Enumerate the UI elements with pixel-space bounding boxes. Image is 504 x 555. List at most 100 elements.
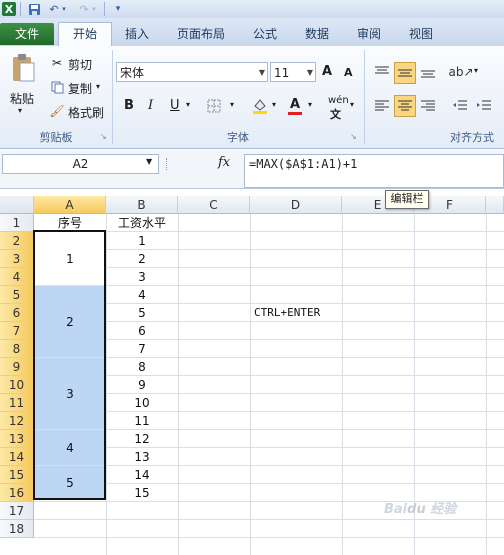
orientation-icon[interactable]: ab↗ xyxy=(448,62,473,82)
align-right-icon[interactable] xyxy=(418,96,438,116)
fill-color-icon[interactable] xyxy=(250,96,270,116)
formula-input[interactable]: =MAX($A$1:A1)+1 xyxy=(244,154,504,188)
bold-button[interactable]: B xyxy=(124,98,134,113)
cell-b14[interactable]: 13 xyxy=(107,448,177,466)
insert-function-button[interactable]: fx xyxy=(218,155,230,170)
tab-view[interactable]: 视图 xyxy=(402,23,440,45)
phonetic-button[interactable]: wén xyxy=(328,96,349,106)
cell-b12[interactable]: 11 xyxy=(107,412,177,430)
scissors-icon[interactable]: ✂ xyxy=(50,56,64,70)
row-header-12[interactable]: 12 xyxy=(0,412,34,430)
cell-b8[interactable]: 7 xyxy=(107,340,177,358)
grow-font-button[interactable]: A xyxy=(322,64,332,79)
copy-icon[interactable] xyxy=(50,80,64,94)
paste-icon[interactable] xyxy=(8,52,38,84)
clipboard-launcher-icon[interactable]: ↘ xyxy=(100,132,107,141)
row-header-15[interactable]: 15 xyxy=(0,466,34,484)
underline-dropdown-icon[interactable]: ▾ xyxy=(186,100,190,109)
copy-dropdown-icon[interactable]: ▾ xyxy=(96,82,100,91)
cut-button[interactable]: 剪切 xyxy=(68,56,92,73)
font-name-select[interactable]: 宋体 ▼ xyxy=(116,62,268,82)
paste-button[interactable]: 粘贴 xyxy=(10,90,34,107)
font-launcher-icon[interactable]: ↘ xyxy=(350,132,357,141)
font-size-select[interactable]: 11 ▼ xyxy=(270,62,316,82)
cell-b7[interactable]: 6 xyxy=(107,322,177,340)
increase-indent-icon[interactable] xyxy=(474,96,494,116)
tab-review[interactable]: 审阅 xyxy=(350,23,388,45)
font-color-dropdown-icon[interactable]: ▾ xyxy=(308,100,312,109)
paste-dropdown-icon[interactable]: ▾ xyxy=(18,106,22,115)
align-left-icon[interactable] xyxy=(372,96,392,116)
name-box[interactable]: A2 xyxy=(2,154,159,174)
cell-b13[interactable]: 12 xyxy=(107,430,177,448)
row-header-14[interactable]: 14 xyxy=(0,448,34,466)
row-header-4[interactable]: 4 xyxy=(0,268,34,286)
cell-d6[interactable]: CTRL+ENTER xyxy=(254,304,320,322)
row-header-9[interactable]: 9 xyxy=(0,358,34,376)
save-icon[interactable] xyxy=(26,1,42,17)
cell-b11[interactable]: 10 xyxy=(107,394,177,412)
customize-toolbar-icon[interactable]: ▾ xyxy=(110,1,126,17)
cell-b15[interactable]: 14 xyxy=(107,466,177,484)
tab-insert[interactable]: 插入 xyxy=(118,23,156,45)
cell-b1[interactable]: 工资水平 xyxy=(107,214,177,232)
tab-formulas[interactable]: 公式 xyxy=(246,23,284,45)
tab-page-layout[interactable]: 页面布局 xyxy=(170,23,232,45)
row-header-13[interactable]: 13 xyxy=(0,430,34,448)
row-header-16[interactable]: 16 xyxy=(0,484,34,502)
shrink-font-button[interactable]: A xyxy=(344,66,353,79)
align-top-icon[interactable] xyxy=(372,62,392,82)
copy-button[interactable]: 复制 xyxy=(68,80,92,97)
cell-b16[interactable]: 15 xyxy=(107,484,177,502)
redo-dropdown-icon[interactable]: ▾ xyxy=(90,1,98,17)
col-header-c[interactable]: C xyxy=(178,196,250,214)
cell-b6[interactable]: 5 xyxy=(107,304,177,322)
cell-b5[interactable]: 4 xyxy=(107,286,177,304)
orientation-dropdown-icon[interactable]: ▾ xyxy=(474,66,478,75)
select-all-corner[interactable] xyxy=(0,196,34,214)
row-header-17[interactable]: 17 xyxy=(0,502,34,520)
format-painter-button[interactable]: 格式刷 xyxy=(68,104,104,121)
row-header-10[interactable]: 10 xyxy=(0,376,34,394)
align-middle-icon[interactable] xyxy=(394,62,416,84)
tab-file[interactable]: 文件 xyxy=(0,23,54,45)
italic-button[interactable]: I xyxy=(148,98,153,113)
format-painter-icon[interactable]: 🖌 xyxy=(49,104,64,118)
name-box-dropdown-icon[interactable]: ▼ xyxy=(146,157,152,166)
cell-b9[interactable]: 8 xyxy=(107,358,177,376)
worksheet-grid[interactable]: A B C D E F 1 2 3 4 5 6 7 8 9 10 11 12 13 14 15 16 17 18 … xyxy=(0,196,504,555)
undo-dropdown-icon[interactable]: ▾ xyxy=(60,1,68,17)
row-header-2[interactable]: 2 xyxy=(0,232,34,250)
decrease-indent-icon[interactable] xyxy=(450,96,470,116)
row-header-1[interactable]: 1 xyxy=(0,214,34,232)
gridline xyxy=(486,214,487,555)
align-bottom-icon[interactable] xyxy=(418,62,438,82)
tab-data[interactable]: 数据 xyxy=(298,23,336,45)
borders-dropdown-icon[interactable]: ▾ xyxy=(230,100,234,109)
cell-b10[interactable]: 9 xyxy=(107,376,177,394)
formula-bar-splitter[interactable] xyxy=(166,158,170,170)
cell-b3[interactable]: 2 xyxy=(107,250,177,268)
col-header-a[interactable]: A xyxy=(34,196,106,214)
row-header-7[interactable]: 7 xyxy=(0,322,34,340)
row-header-5[interactable]: 5 xyxy=(0,286,34,304)
cell-b4[interactable]: 3 xyxy=(107,268,177,286)
col-header-b[interactable]: B xyxy=(106,196,178,214)
col-header-d[interactable]: D xyxy=(250,196,342,214)
fill-color-dropdown-icon[interactable]: ▾ xyxy=(272,100,276,109)
row-header-6[interactable]: 6 xyxy=(0,304,34,322)
align-center-icon[interactable] xyxy=(394,95,416,117)
row-header-18[interactable]: 18 xyxy=(0,520,34,538)
underline-button[interactable]: U xyxy=(170,98,180,113)
cell-b2[interactable]: 1 xyxy=(107,232,177,250)
phonetic-dropdown-icon[interactable]: ▾ xyxy=(350,100,354,109)
font-color-icon[interactable]: A xyxy=(286,96,304,116)
row-header-8[interactable]: 8 xyxy=(0,340,34,358)
row-header-11[interactable]: 11 xyxy=(0,394,34,412)
col-header-g[interactable] xyxy=(486,196,504,214)
tab-home[interactable]: 开始 xyxy=(58,22,112,48)
row-header-3[interactable]: 3 xyxy=(0,250,34,268)
gridline xyxy=(34,519,504,520)
borders-icon[interactable] xyxy=(206,98,222,114)
excel-logo-icon[interactable]: X xyxy=(2,2,16,16)
